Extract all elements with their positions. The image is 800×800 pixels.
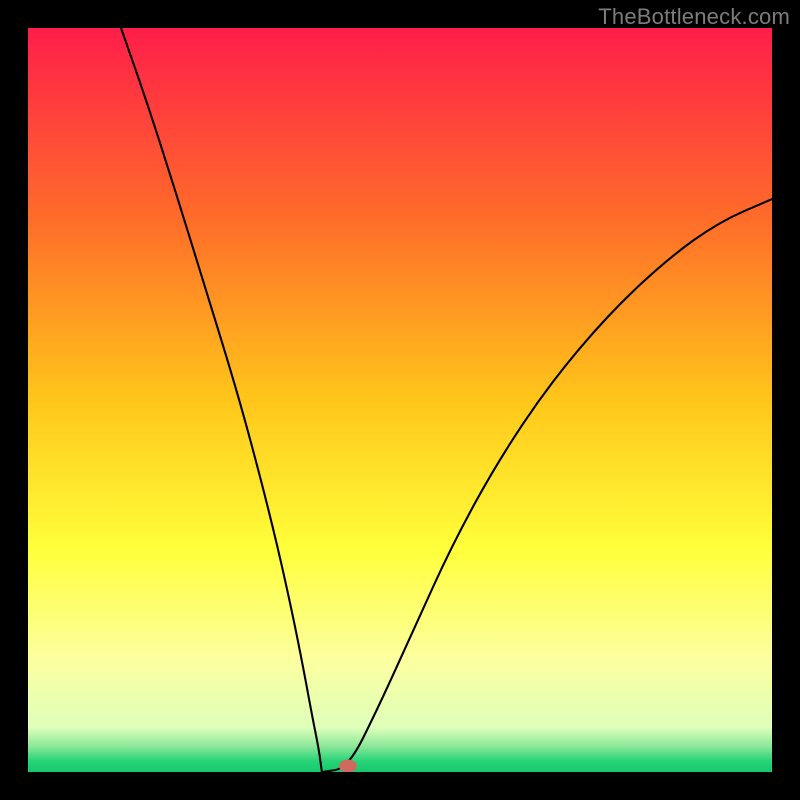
chart-svg: [28, 28, 772, 772]
optimum-marker: [339, 760, 357, 772]
chart-frame: TheBottleneck.com: [0, 0, 800, 800]
watermark-text: TheBottleneck.com: [598, 4, 790, 30]
plot-area: [28, 28, 772, 772]
